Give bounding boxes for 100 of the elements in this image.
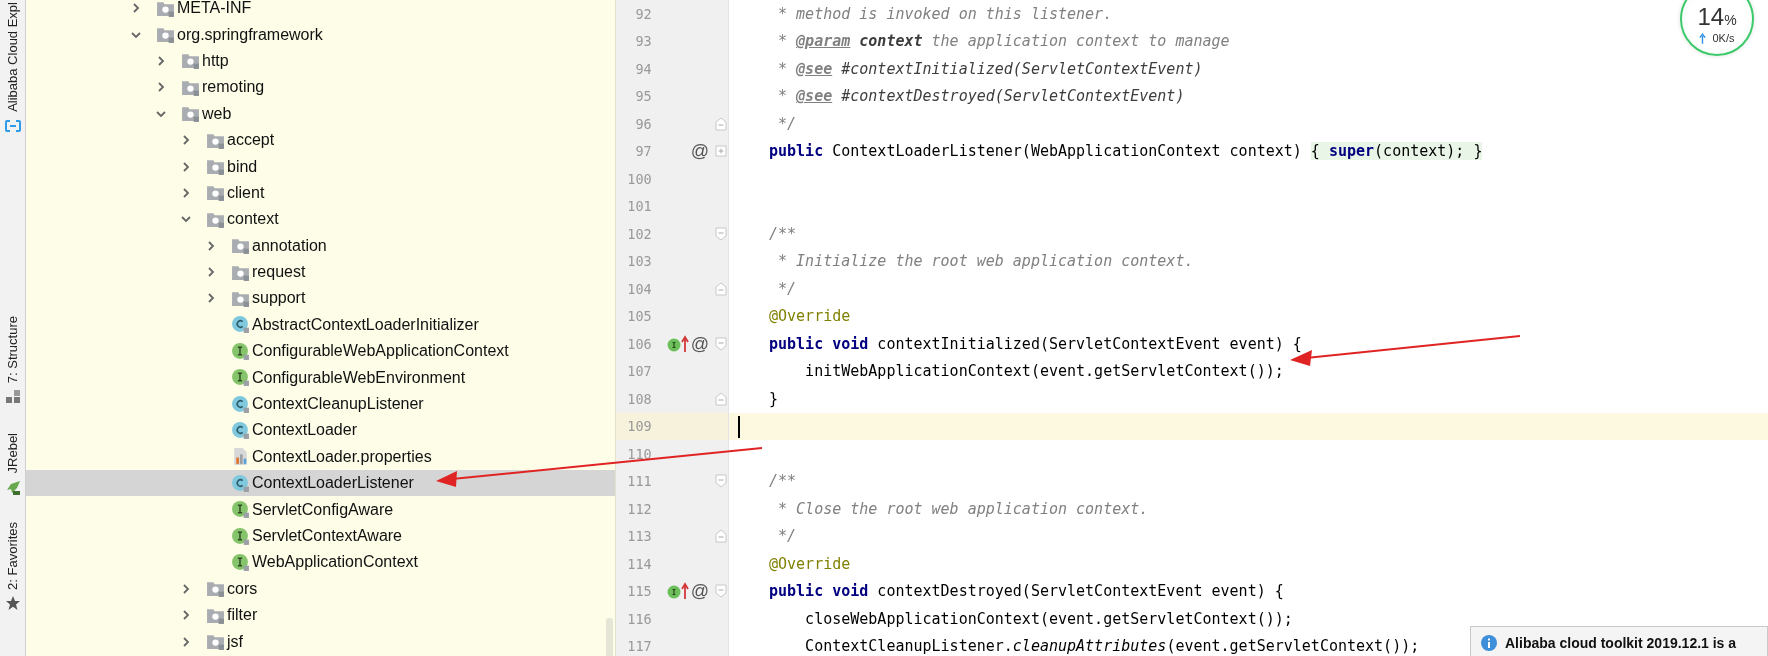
tree-item[interactable]: WebApplicationContext bbox=[26, 549, 615, 576]
code-line: ContextCleanupListener.cleanupAttributes(event.getServletContext()); bbox=[804, 637, 1420, 656]
code-line: * @see #contextDestroyed(ServletContextEvent) bbox=[777, 87, 1185, 106]
code-line: initWebApplicationContext(event.getServletContext()); bbox=[804, 362, 1284, 381]
chevron-right-icon[interactable] bbox=[205, 266, 217, 279]
code-line: } bbox=[769, 389, 779, 408]
line-number: 112 bbox=[626, 500, 652, 517]
package-icon bbox=[156, 25, 175, 45]
tool-window-button[interactable]: Alibaba Cloud Expl bbox=[4, 2, 21, 134]
tree-item[interactable]: request bbox=[26, 258, 615, 286]
cloud-bracket-icon bbox=[4, 117, 21, 134]
interface-icon bbox=[231, 368, 250, 388]
code-line: * @see #contextInitialized(ServletContextEvent) bbox=[777, 59, 1203, 78]
tree-item[interactable]: ContextLoader.properties bbox=[26, 443, 615, 471]
tree-item[interactable]: ConfigurableWebEnvironment bbox=[26, 364, 615, 391]
package-icon bbox=[206, 183, 225, 203]
tree-item[interactable]: org.springframework bbox=[26, 21, 615, 48]
package-icon bbox=[206, 579, 225, 599]
line-number: 114 bbox=[626, 555, 652, 572]
package-icon bbox=[156, 0, 175, 18]
package-icon bbox=[181, 51, 200, 71]
line-number: 101 bbox=[626, 198, 652, 215]
tree-item[interactable]: ServletConfigAware bbox=[26, 496, 615, 523]
chevron-right-icon[interactable] bbox=[180, 186, 192, 199]
tool-window-button[interactable]: 2: Favorites bbox=[4, 521, 21, 612]
tree-item[interactable]: client bbox=[26, 179, 615, 207]
implements-up-arrow-icon[interactable] bbox=[666, 334, 689, 353]
chevron-right-icon[interactable] bbox=[180, 134, 192, 147]
tree-item[interactable]: ConfigurableWebApplicationContext bbox=[26, 338, 615, 365]
chevron-right-icon[interactable] bbox=[180, 582, 192, 595]
package-icon bbox=[206, 157, 225, 177]
tree-item[interactable]: web bbox=[26, 100, 615, 127]
line-number: 117 bbox=[626, 638, 652, 655]
line-number: 109 bbox=[626, 418, 652, 435]
interface-icon bbox=[231, 552, 250, 572]
blocks-icon bbox=[4, 389, 21, 406]
percent-unit: % bbox=[1724, 12, 1737, 28]
line-number: 103 bbox=[626, 253, 652, 270]
tree-item[interactable]: http bbox=[26, 47, 615, 75]
tool-window-button[interactable]: 7: Structure bbox=[4, 315, 21, 406]
network-monitor-widget[interactable]: 14% 0K/s bbox=[1680, 0, 1754, 56]
code-line: @Override bbox=[769, 307, 851, 326]
class-icon bbox=[231, 420, 250, 440]
chevron-right-icon[interactable] bbox=[205, 292, 217, 305]
tree-item[interactable]: ContextLoaderListener bbox=[26, 470, 615, 497]
line-number: 116 bbox=[626, 610, 652, 627]
chevron-right-icon[interactable] bbox=[205, 239, 217, 252]
line-number: 111 bbox=[626, 473, 652, 490]
code-line: */ bbox=[777, 527, 797, 546]
notification-balloon[interactable]: Alibaba cloud toolkit 2019.12.1 is a bbox=[1470, 626, 1768, 656]
tree-item[interactable]: cors bbox=[26, 575, 615, 602]
tree-item[interactable]: accept bbox=[26, 126, 615, 154]
properties-file-icon bbox=[231, 447, 250, 467]
interface-icon bbox=[231, 526, 250, 546]
tool-window-button[interactable]: JRebel bbox=[4, 433, 21, 496]
line-number: 113 bbox=[626, 528, 652, 545]
line-number: 95 bbox=[634, 88, 652, 105]
tree-item[interactable]: jsf bbox=[26, 628, 615, 655]
line-number: 100 bbox=[626, 170, 652, 187]
tree-item[interactable]: support bbox=[26, 285, 615, 312]
chevron-right-icon[interactable] bbox=[155, 81, 167, 94]
info-icon bbox=[1481, 635, 1497, 651]
line-number: 92 bbox=[634, 5, 652, 22]
line-number: 107 bbox=[626, 363, 652, 380]
code-line: @Override bbox=[769, 554, 851, 573]
package-icon bbox=[181, 104, 200, 124]
tree-item[interactable]: bind bbox=[26, 153, 615, 180]
annotation-marker[interactable]: @ bbox=[690, 582, 710, 601]
tree-item[interactable]: filter bbox=[26, 602, 615, 629]
chevron-right-icon[interactable] bbox=[155, 54, 167, 67]
code-line: * Initialize the root web application context. bbox=[777, 252, 1194, 271]
interface-icon bbox=[231, 341, 250, 361]
class-icon bbox=[231, 394, 250, 414]
line-number: 108 bbox=[626, 390, 652, 407]
upload-arrow-icon bbox=[1699, 32, 1707, 44]
tree-item[interactable]: context bbox=[26, 206, 615, 233]
line-number: 115 bbox=[626, 583, 652, 600]
text-caret bbox=[738, 415, 740, 438]
chevron-right-icon[interactable] bbox=[180, 609, 192, 622]
tree-item[interactable]: ContextLoader bbox=[26, 417, 615, 444]
implements-up-arrow-icon[interactable] bbox=[666, 582, 689, 601]
tree-item[interactable]: remoting bbox=[26, 74, 615, 101]
interface-icon bbox=[231, 500, 250, 520]
tree-item[interactable]: annotation bbox=[26, 232, 615, 259]
notification-title: Alibaba cloud toolkit 2019.12.1 is a bbox=[1505, 635, 1737, 651]
chevron-right-icon[interactable] bbox=[130, 2, 142, 15]
line-number: 94 bbox=[634, 60, 652, 77]
chevron-right-icon[interactable] bbox=[180, 160, 192, 173]
annotation-marker[interactable]: @ bbox=[690, 142, 710, 161]
code-line: /** bbox=[769, 224, 797, 243]
tree-item[interactable]: ServletContextAware bbox=[26, 522, 615, 550]
code-line: */ bbox=[777, 114, 797, 133]
annotation-marker[interactable]: @ bbox=[690, 334, 710, 353]
chevron-right-icon[interactable] bbox=[180, 635, 192, 648]
tree-item[interactable]: META-INF bbox=[26, 0, 615, 22]
tree-item[interactable]: AbstractContextLoaderInitializer bbox=[26, 311, 615, 339]
code-line: public ContextLoaderListener(WebApplicationContext context) { super(context); } bbox=[769, 142, 1483, 161]
cpu-percent: 14 bbox=[1697, 5, 1725, 29]
package-icon bbox=[231, 236, 250, 256]
tree-item[interactable]: ContextCleanupListener bbox=[26, 390, 615, 418]
